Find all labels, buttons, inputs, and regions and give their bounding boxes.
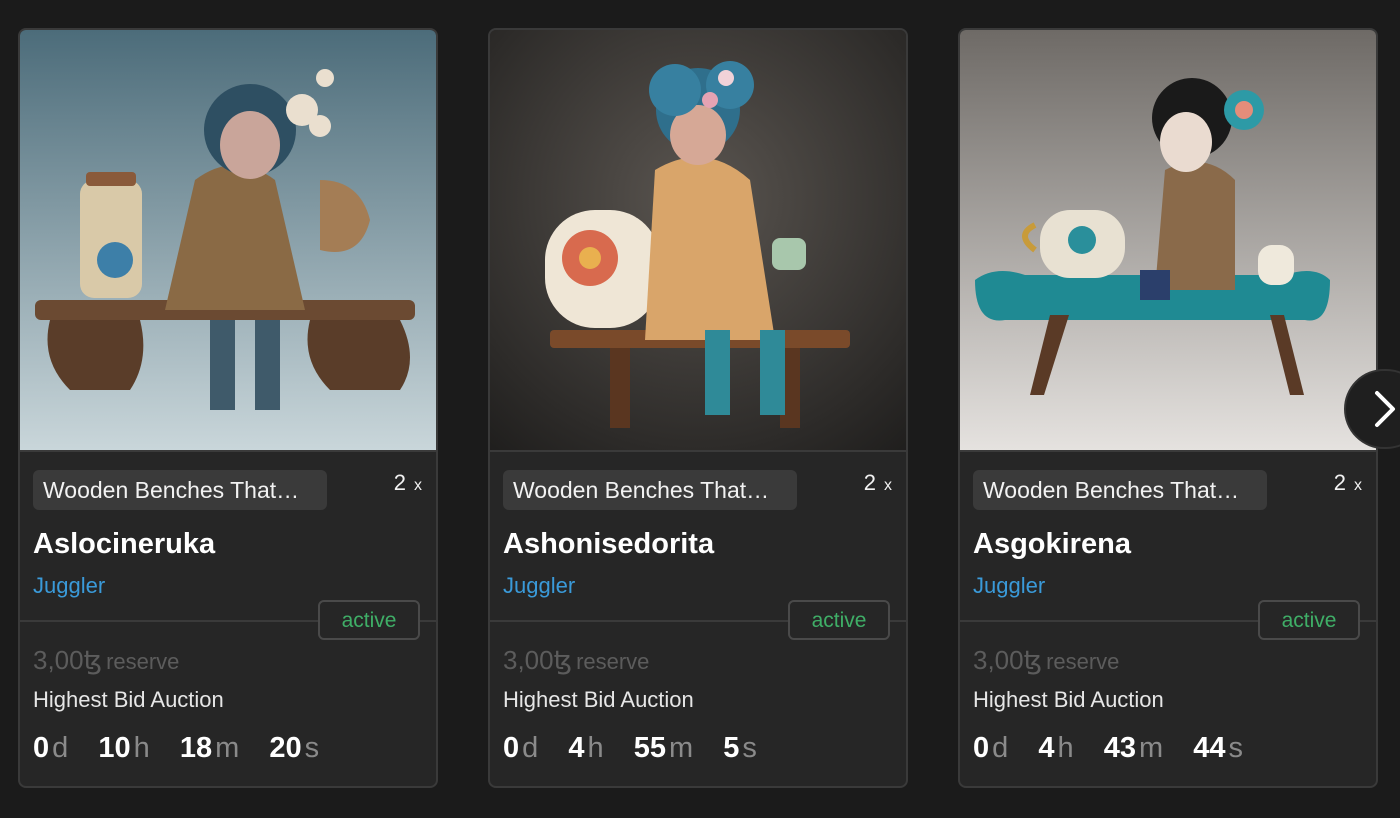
countdown-minutes: 43	[1103, 732, 1136, 764]
edition-count: 2x	[864, 470, 892, 496]
auction-card-grid: Wooden Benches That… 2x Aslocineruka Jug…	[0, 0, 1400, 818]
countdown-days: 0	[503, 732, 520, 764]
reserve-label: reserve	[1046, 649, 1120, 674]
collection-tag[interactable]: Wooden Benches That…	[503, 470, 797, 510]
auction-type: Highest Bid Auction	[33, 687, 224, 712]
artwork-title[interactable]: Ashonisedorita	[503, 528, 714, 561]
hours-unit: h	[587, 732, 604, 764]
days-unit: d	[992, 732, 1009, 764]
minutes-unit: m	[1138, 732, 1164, 764]
countdown-seconds: 5	[723, 732, 740, 764]
countdown-timer: 0d 4h 43 m 44 s	[973, 732, 1265, 765]
artist-link[interactable]: Juggler	[503, 573, 575, 599]
edition-number: 2	[393, 470, 406, 495]
status-badge: active	[1258, 600, 1360, 640]
countdown-seconds: 20	[269, 732, 302, 764]
artwork-title[interactable]: Asgokirena	[973, 528, 1131, 561]
edition-number: 2	[863, 470, 876, 495]
card-divider	[20, 450, 436, 452]
reserve-price: 3,00ꜩ reserve	[33, 645, 179, 676]
countdown-timer: 0d 4h 55 m 5s	[503, 732, 779, 765]
reserve-amount: 3,00ꜩ	[973, 645, 1043, 675]
seconds-unit: s	[742, 732, 757, 764]
card-divider	[490, 450, 906, 452]
edition-number: 2	[1333, 470, 1346, 495]
reserve-price: 3,00ꜩ reserve	[503, 645, 649, 676]
countdown-hours: 4	[1038, 732, 1055, 764]
reserve-amount: 3,00ꜩ	[33, 645, 103, 675]
countdown-hours: 4	[568, 732, 585, 764]
auction-card[interactable]: Wooden Benches That… 2x Aslocineruka Jug…	[18, 28, 438, 788]
countdown-days: 0	[973, 732, 990, 764]
hours-unit: h	[1057, 732, 1074, 764]
edition-multiplier: x	[884, 477, 892, 494]
edition-count: 2x	[394, 470, 422, 496]
edition-count: 2x	[1334, 470, 1362, 496]
countdown-timer: 0d 10 h 18 m 20 s	[33, 732, 341, 765]
countdown-minutes: 55	[633, 732, 666, 764]
seconds-unit: s	[1228, 732, 1243, 764]
artwork-image[interactable]	[490, 30, 906, 450]
minutes-unit: m	[668, 732, 694, 764]
reserve-label: reserve	[576, 649, 650, 674]
countdown-days: 0	[33, 732, 50, 764]
seconds-unit: s	[304, 732, 320, 764]
chevron-right-icon	[1375, 391, 1395, 427]
reserve-amount: 3,00ꜩ	[503, 645, 573, 675]
collection-tag[interactable]: Wooden Benches That…	[33, 470, 327, 510]
artwork-image[interactable]	[20, 30, 436, 450]
card-divider	[960, 450, 1376, 452]
edition-multiplier: x	[414, 477, 422, 494]
collection-tag[interactable]: Wooden Benches That…	[973, 470, 1267, 510]
artwork-image[interactable]	[960, 30, 1376, 450]
auction-type: Highest Bid Auction	[503, 687, 694, 712]
countdown-hours: 10	[98, 732, 131, 764]
artist-link[interactable]: Juggler	[33, 573, 105, 599]
days-unit: d	[52, 732, 69, 764]
auction-card[interactable]: Wooden Benches That… 2x Ashonisedorita J…	[488, 28, 908, 788]
countdown-seconds: 44	[1193, 732, 1226, 764]
reserve-label: reserve	[106, 649, 180, 674]
minutes-unit: m	[215, 732, 240, 764]
reserve-price: 3,00ꜩ reserve	[973, 645, 1119, 676]
status-badge: active	[788, 600, 890, 640]
days-unit: d	[522, 732, 539, 764]
countdown-minutes: 18	[179, 732, 213, 764]
status-badge: active	[318, 600, 420, 640]
hours-unit: h	[133, 732, 150, 764]
auction-card[interactable]: Wooden Benches That… 2x Asgokirena Juggl…	[958, 28, 1378, 788]
edition-multiplier: x	[1354, 477, 1362, 494]
auction-type: Highest Bid Auction	[973, 687, 1164, 712]
artwork-title[interactable]: Aslocineruka	[33, 528, 215, 561]
artist-link[interactable]: Juggler	[973, 573, 1045, 599]
